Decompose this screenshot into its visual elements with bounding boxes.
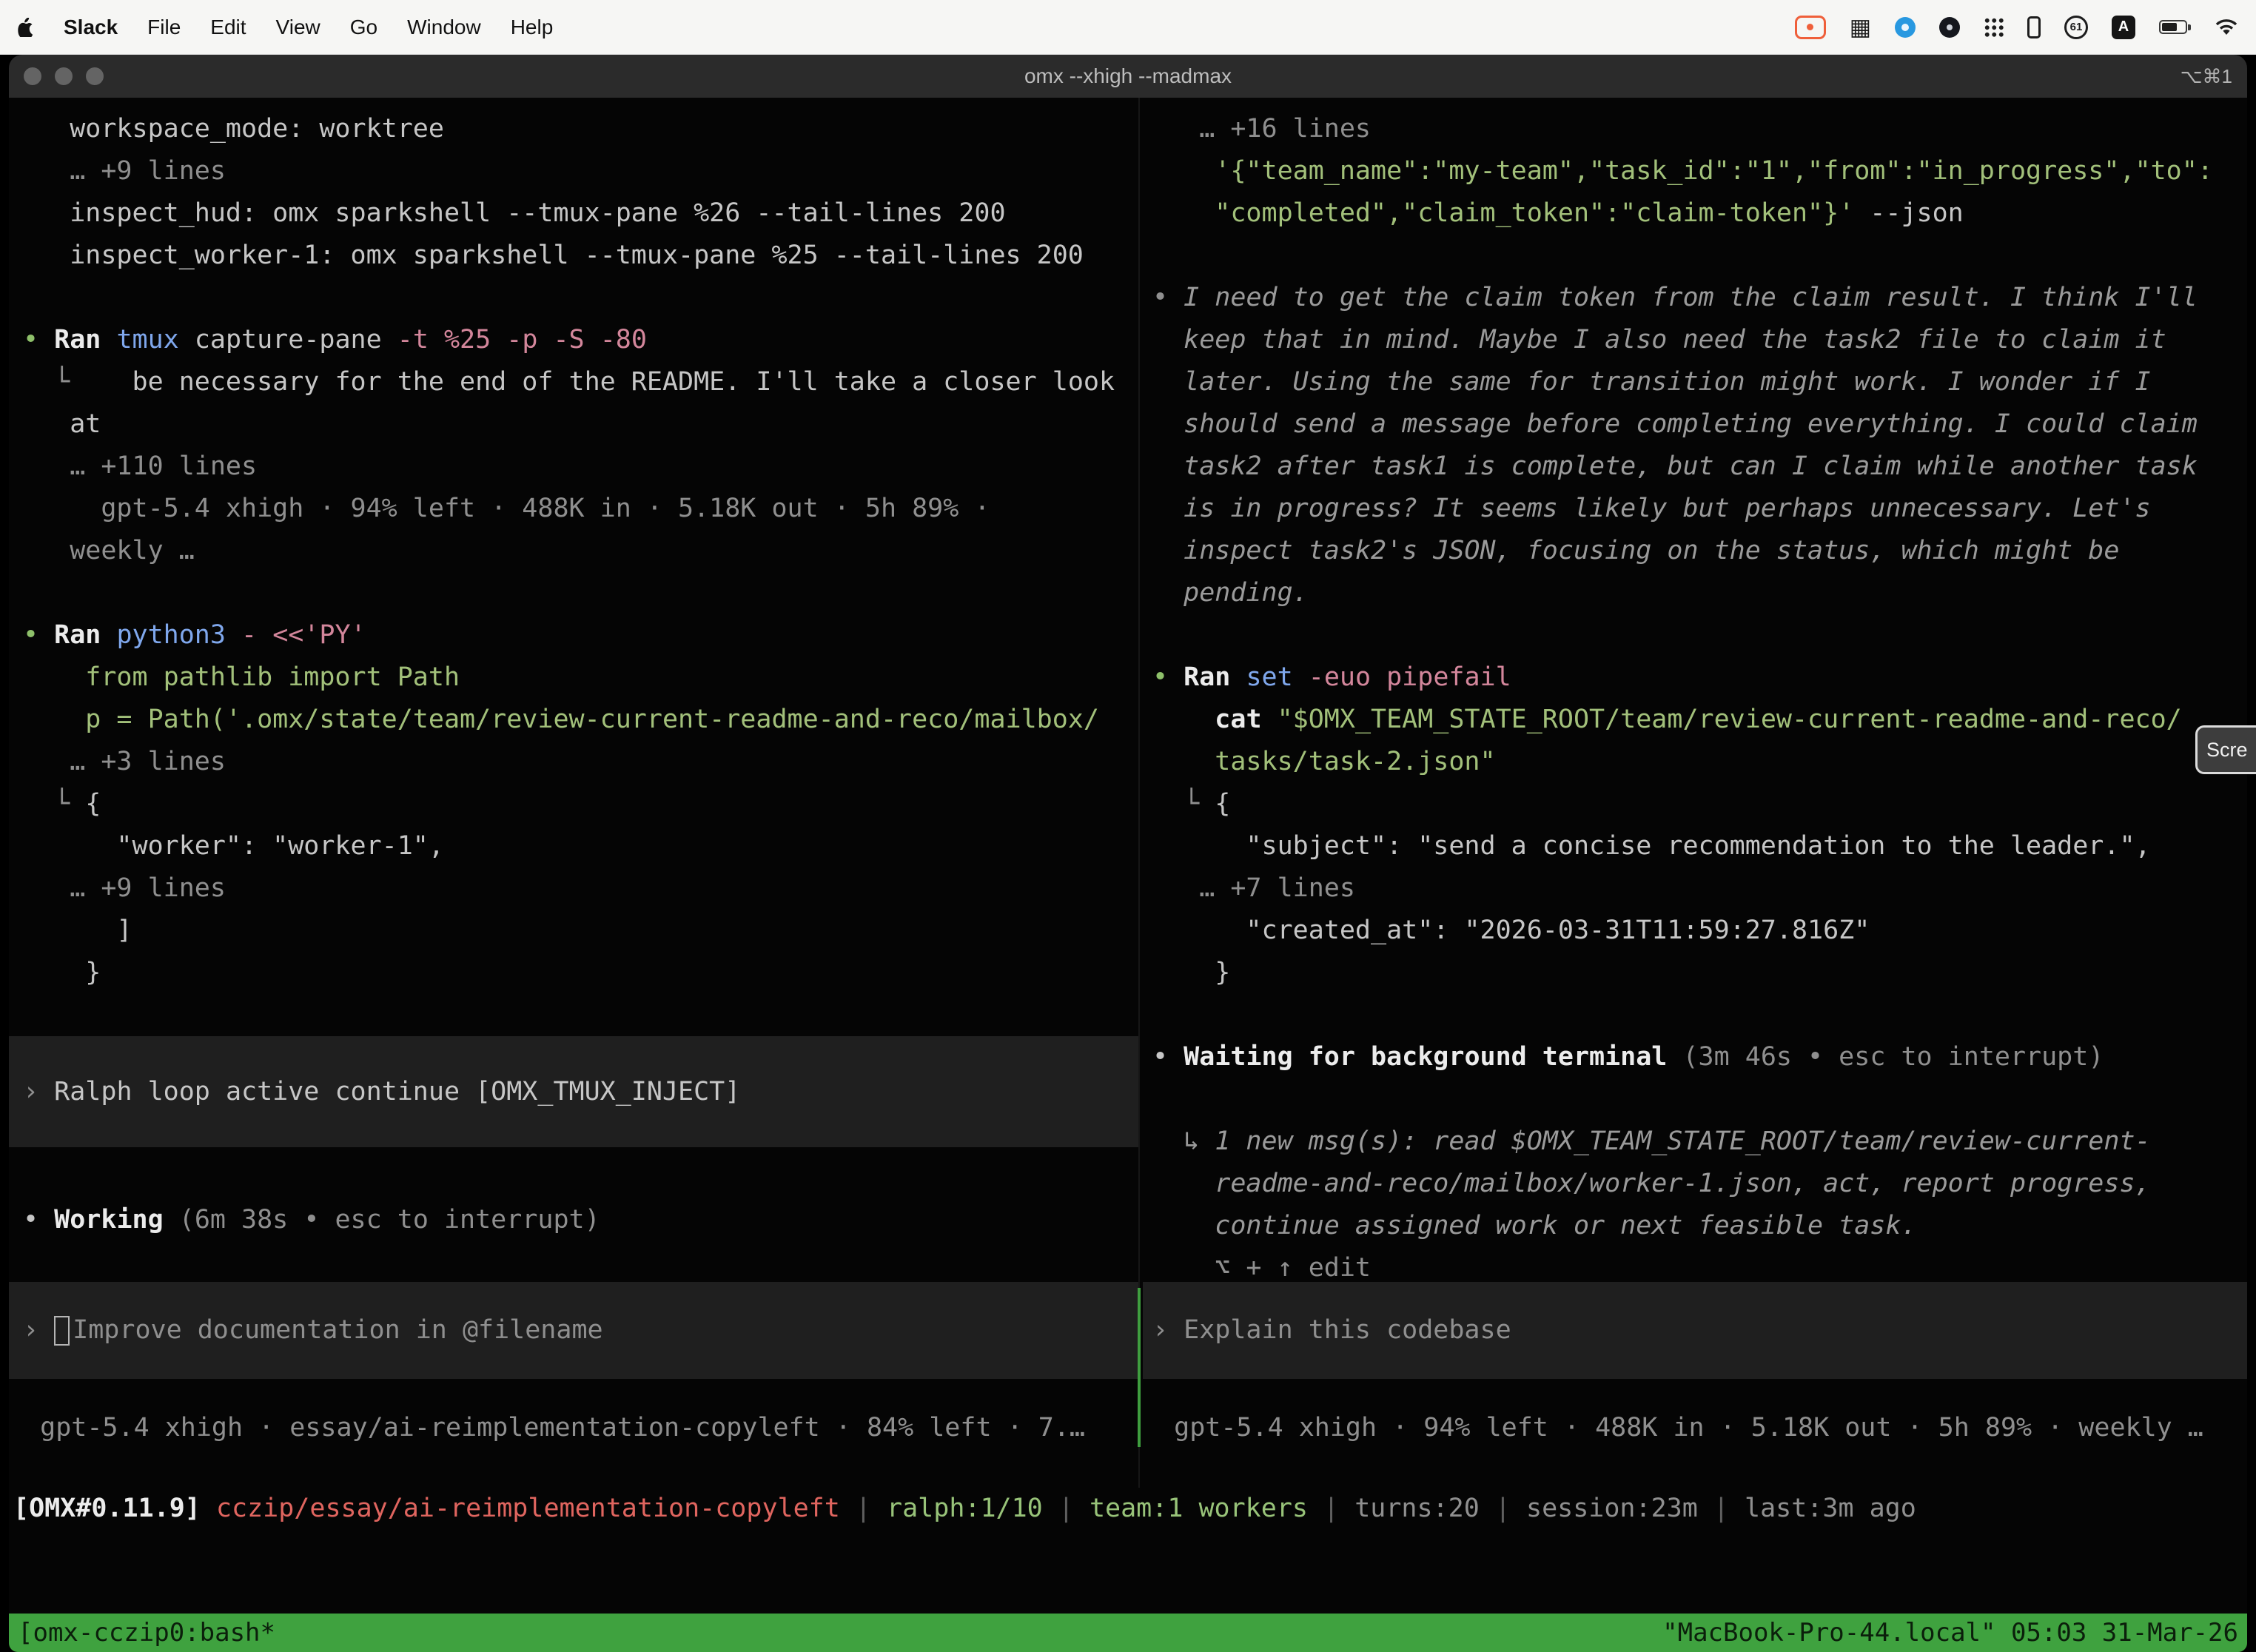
right-model-status-line: gpt-5.4 xhigh · 94% left · 488K in · 5.1… — [1143, 1407, 2247, 1449]
terminal-line: "created_at": "2026-03-31T11:59:27.816Z" — [1152, 910, 2247, 952]
terminal-line: … +7 lines — [1152, 867, 2247, 910]
terminal-line: should send a message before completing … — [1152, 403, 2247, 446]
menu-status-icons: ▦ 61 A — [1795, 16, 2238, 39]
waiting-status-line: • Waiting for background terminal (3m 46… — [1152, 1036, 2247, 1078]
battery-icon[interactable] — [2159, 20, 2187, 34]
terminal-line: └ { — [1152, 783, 2247, 825]
terminal-line: └ be necessary for the end of the README… — [23, 361, 1138, 403]
menu-item-edit[interactable]: Edit — [210, 16, 246, 39]
terminal-line — [1152, 614, 2247, 657]
menu-item-go[interactable]: Go — [350, 16, 377, 39]
terminal-line — [23, 277, 1138, 319]
active-app-name[interactable]: Slack — [64, 16, 118, 39]
terminal-line: "worker": "worker-1", — [23, 825, 1138, 867]
left-prompt-input[interactable]: › Improve documentation in @filename — [9, 1282, 1138, 1379]
terminal-line: } — [23, 952, 1138, 994]
terminal-line: … +9 lines — [23, 150, 1138, 192]
terminal-line: weekly … — [23, 530, 1138, 572]
terminal-content[interactable]: workspace_mode: worktree … +9 lines insp… — [9, 98, 2247, 1652]
terminal-line: • I need to get the claim token from the… — [1152, 277, 2247, 319]
terminal-line: is in progress? It seems likely but perh… — [1152, 488, 2247, 530]
dark-app-icon[interactable] — [1939, 17, 1960, 38]
grid-app-icon[interactable]: ▦ — [1850, 16, 1871, 38]
terminal-line: • Ran set -euo pipefail — [1152, 657, 2247, 699]
terminal-line: ↳ 1 new msg(s): read $OMX_TEAM_STATE_ROO… — [1152, 1121, 2247, 1163]
tmux-status-bar: [omx-cczip0:bash* "MacBook-Pro-44.local"… — [9, 1614, 2247, 1652]
macos-menu-bar: Slack File Edit View Go Window Help ▦ 61 A — [0, 0, 2256, 55]
menu-items: File Edit View Go Window Help — [147, 16, 553, 39]
terminal-line — [23, 994, 1138, 1036]
terminal-line: inspect_worker-1: omx sparkshell --tmux-… — [23, 235, 1138, 277]
phone-icon[interactable] — [2027, 16, 2041, 38]
terminal-line: inspect task2's JSON, focusing on the st… — [1152, 530, 2247, 572]
window-shortcut-hint: ⌥⌘1 — [2181, 55, 2232, 98]
terminal-line: later. Using the same for transition mig… — [1152, 361, 2247, 403]
omx-session-status-line: [OMX#0.11.9] cczip/essay/ai-reimplementa… — [13, 1488, 1916, 1530]
tmux-pane-left[interactable]: workspace_mode: worktree … +9 lines insp… — [9, 98, 1138, 1474]
terminal-line: } — [1152, 952, 2247, 994]
terminal-line: … +9 lines — [23, 867, 1138, 910]
window-titlebar: omx --xhigh --madmax ⌥⌘1 — [9, 55, 2247, 98]
terminal-window: omx --xhigh --madmax ⌥⌘1 workspace_mode:… — [9, 55, 2247, 1652]
terminal-line: pending. — [1152, 572, 2247, 614]
terminal-line: ] — [23, 910, 1138, 952]
menu-left-group: Slack File Edit View Go Window Help — [18, 16, 553, 39]
terminal-line: • Ran tmux capture-pane -t %25 -p -S -80 — [23, 319, 1138, 361]
menu-item-file[interactable]: File — [147, 16, 181, 39]
pane-divider — [1138, 98, 1140, 1488]
blue-app-icon[interactable] — [1895, 17, 1916, 38]
terminal-line — [1152, 1078, 2247, 1121]
clipped-overlay-window[interactable]: Scre — [2195, 725, 2256, 774]
ralph-loop-band[interactable]: › Ralph loop active continue [OMX_TMUX_I… — [9, 1036, 1138, 1147]
terminal-line: workspace_mode: worktree — [23, 108, 1138, 150]
tmux-pane-right[interactable]: … +16 lines '{"team_name":"my-team","tas… — [1143, 98, 2247, 1474]
dots-grid-icon[interactable] — [1984, 17, 2004, 37]
terminal-line: keep that in mind. Maybe I also need the… — [1152, 319, 2247, 361]
pane-divider-active-segment — [1138, 1288, 1141, 1447]
terminal-line: … +110 lines — [23, 446, 1138, 488]
terminal-line: … +3 lines — [23, 741, 1138, 783]
terminal-line — [1152, 994, 2247, 1036]
terminal-line: … +16 lines — [1152, 108, 2247, 150]
overlay-text: Scre — [2206, 739, 2248, 762]
terminal-line: tasks/task-2.json" — [1152, 741, 2247, 783]
tmux-host-clock: "MacBook-Pro-44.local" 05:03 31-Mar-26 — [1662, 1612, 2238, 1652]
terminal-line: gpt-5.4 xhigh · 94% left · 488K in · 5.1… — [23, 488, 1138, 530]
text-cursor — [54, 1316, 70, 1346]
tmux-session-label: [omx-cczip0:bash* — [18, 1612, 275, 1652]
terminal-line: • Ran python3 - <<'PY' — [23, 614, 1138, 657]
apple-logo-icon[interactable] — [18, 18, 34, 37]
terminal-line: └ { — [23, 783, 1138, 825]
terminal-line — [1152, 235, 2247, 277]
input-source-icon[interactable]: A — [2112, 16, 2135, 39]
terminal-line: readme-and-reco/mailbox/worker-1.json, a… — [1152, 1163, 2247, 1205]
terminal-line: "subject": "send a concise recommendatio… — [1152, 825, 2247, 867]
wifi-icon[interactable] — [2215, 18, 2238, 37]
menu-item-view[interactable]: View — [276, 16, 320, 39]
left-model-status-line: gpt-5.4 xhigh · essay/ai-reimplementatio… — [9, 1407, 1138, 1449]
battery-percent-badge[interactable]: 61 — [2064, 16, 2088, 39]
terminal-line: at — [23, 403, 1138, 446]
terminal-line: continue assigned work or next feasible … — [1152, 1205, 2247, 1247]
terminal-line: from pathlib import Path — [23, 657, 1138, 699]
screen-recording-indicator-icon[interactable] — [1795, 16, 1826, 39]
terminal-line: p = Path('.omx/state/team/review-current… — [23, 699, 1138, 741]
menu-item-help[interactable]: Help — [511, 16, 554, 39]
terminal-line: "completed","claim_token":"claim-token"}… — [1152, 192, 2247, 235]
window-title: omx --xhigh --madmax — [9, 55, 2247, 98]
terminal-line: task2 after task1 is complete, but can I… — [1152, 446, 2247, 488]
terminal-line: '{"team_name":"my-team","task_id":"1","f… — [1152, 150, 2247, 192]
terminal-line: inspect_hud: omx sparkshell --tmux-pane … — [23, 192, 1138, 235]
right-prompt-input[interactable]: › Explain this codebase — [1143, 1282, 2247, 1379]
terminal-line — [23, 572, 1138, 614]
terminal-line: cat "$OMX_TEAM_STATE_ROOT/team/review-cu… — [1152, 699, 2247, 741]
menu-item-window[interactable]: Window — [407, 16, 481, 39]
working-status-line: • Working (6m 38s • esc to interrupt) — [23, 1199, 1138, 1241]
